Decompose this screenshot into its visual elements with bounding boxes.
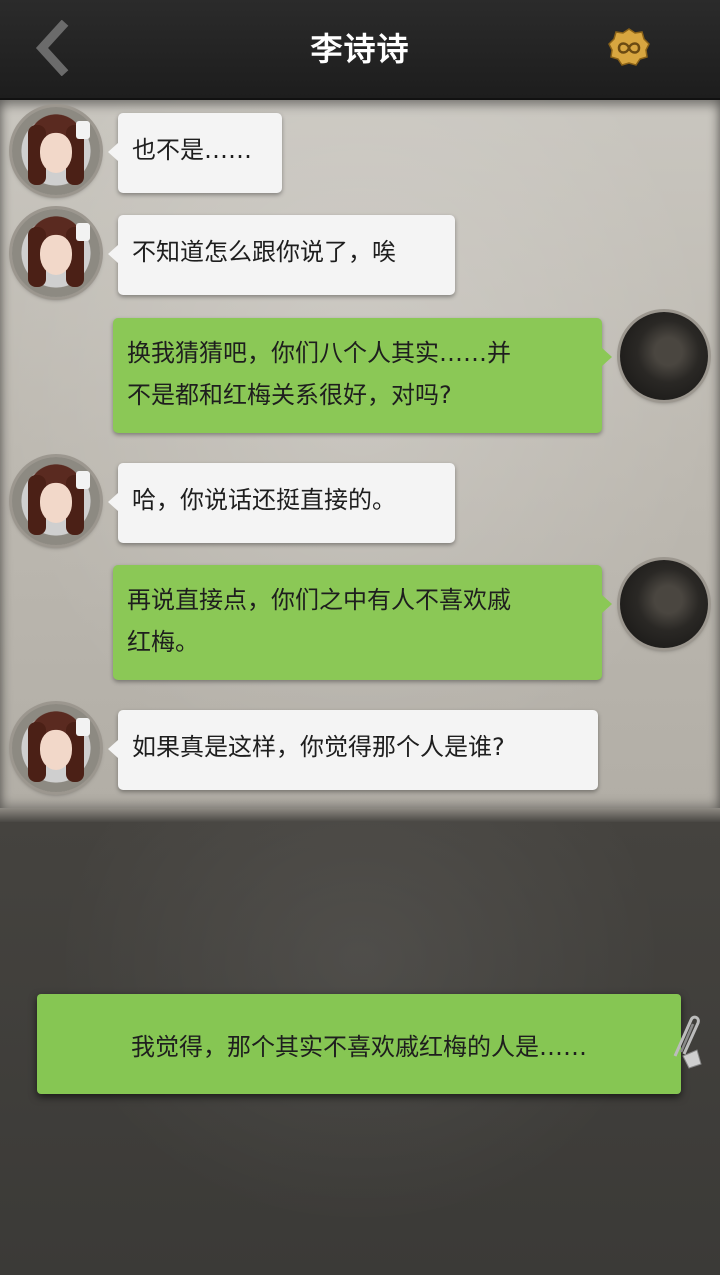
- message-text-line: 红梅。: [127, 628, 199, 656]
- message-bubble-incoming: 不知道怎么跟你说了，唉: [108, 215, 455, 295]
- reply-option-button[interactable]: 我觉得，那个其实不喜欢戚红梅的人是……: [37, 994, 681, 1094]
- paperclip-icon: [665, 1012, 705, 1070]
- message-text: 也不是……: [132, 136, 252, 164]
- message-text-line: 再说直接点，你们之中有人不喜欢戚: [127, 586, 511, 614]
- chat-panel-edge: [0, 808, 720, 822]
- message-bubble-incoming: 如果真是这样，你觉得那个人是谁?: [108, 710, 598, 790]
- avatar-player[interactable]: [620, 312, 708, 400]
- message-text-line: 不是都和红梅关系很好，对吗?: [127, 381, 452, 409]
- message-bubble-incoming: 也不是……: [108, 113, 282, 193]
- message-text: 不知道怎么跟你说了，唉: [132, 238, 396, 266]
- avatar-contact[interactable]: [12, 209, 100, 297]
- avatar-player[interactable]: [620, 560, 708, 648]
- message-text: 如果真是这样，你觉得那个人是谁?: [132, 733, 505, 761]
- message-text: 哈，你说话还挺直接的。: [132, 486, 396, 514]
- message-bubble-outgoing: 再说直接点，你们之中有人不喜欢戚 红梅。: [113, 565, 612, 680]
- reply-option-text: 我觉得，那个其实不喜欢戚红梅的人是……: [131, 1032, 587, 1061]
- message-bubble-outgoing: 换我猜猜吧，你们八个人其实……并 不是都和红梅关系很好，对吗?: [113, 318, 612, 433]
- message-bubble-incoming: 哈，你说话还挺直接的。: [108, 463, 455, 543]
- infinity-coin-icon: [608, 28, 650, 66]
- message-text-line: 换我猜猜吧，你们八个人其实……并: [127, 339, 511, 367]
- avatar-contact[interactable]: [12, 704, 100, 792]
- top-bar: 李诗诗: [0, 0, 720, 100]
- chat-panel[interactable]: [0, 100, 720, 812]
- coin-button[interactable]: [608, 28, 650, 68]
- avatar-contact[interactable]: [12, 107, 100, 195]
- avatar-contact[interactable]: [12, 457, 100, 545]
